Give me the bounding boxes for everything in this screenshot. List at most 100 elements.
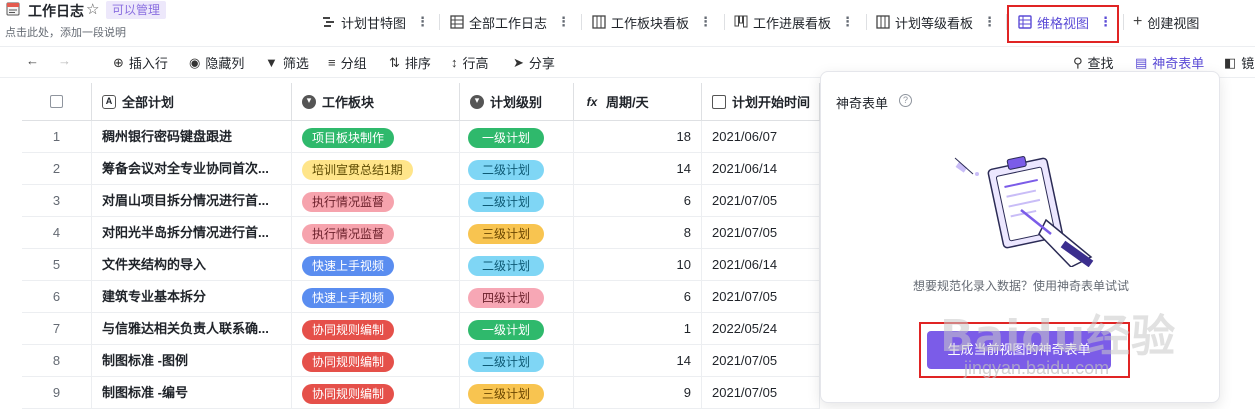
days-cell[interactable]: 8	[574, 217, 702, 249]
more-icon[interactable]: ⋮	[557, 14, 570, 30]
start-date-cell[interactable]: 2021/07/05	[702, 377, 820, 409]
days-cell[interactable]: 9	[574, 377, 702, 409]
table-row[interactable]: 8 制图标准 -图例 协同规则编制 二级计划 14 2021/07/05	[22, 345, 820, 377]
level-cell[interactable]: 三级计划	[460, 217, 574, 249]
tab-progress-kanban[interactable]: 工作进展看板 ⋮	[734, 10, 854, 34]
days-cell[interactable]: 10	[574, 249, 702, 281]
block-cell[interactable]: 协同规则编制	[292, 313, 460, 345]
tab-label: 全部工作日志	[469, 15, 548, 31]
block-cell[interactable]: 培训宣贯总结1期	[292, 153, 460, 185]
level-cell[interactable]: 二级计划	[460, 249, 574, 281]
tab-level-kanban[interactable]: 计划等级看板 ⋮	[876, 10, 996, 34]
start-date-cell[interactable]: 2021/06/14	[702, 153, 820, 185]
table-row[interactable]: 4 对阳光半岛拆分情况进行首... 执行情况监督 三级计划 8 2021/07/05	[22, 217, 820, 249]
undo-icon: ←	[26, 53, 39, 68]
block-cell[interactable]: 执行情况监督	[292, 185, 460, 217]
panel-title: 神奇表单	[836, 96, 889, 111]
block-cell[interactable]: 项目板块制作	[292, 121, 460, 153]
column-header[interactable]: fx 周期/天	[574, 83, 702, 121]
level-tag: 二级计划	[468, 351, 545, 372]
tab-block-kanban[interactable]: 工作板块看板 ⋮	[592, 10, 712, 34]
plan-cell[interactable]: 建筑专业基本拆分	[92, 281, 292, 313]
help-icon[interactable]: ?	[899, 94, 912, 107]
block-tag: 培训宣贯总结1期	[302, 159, 413, 180]
row-number: 7	[22, 313, 92, 345]
plan-cell[interactable]: 对眉山项目拆分情况进行首...	[92, 185, 292, 217]
clipboard-illustration-icon	[951, 152, 1096, 268]
sheet-title[interactable]: 工作日志	[28, 1, 84, 21]
table-row[interactable]: 3 对眉山项目拆分情况进行首... 执行情况监督 二级计划 6 2021/07/05	[22, 185, 820, 217]
filter-button[interactable]: ▼ 筛选	[265, 53, 309, 72]
block-cell[interactable]: 协同规则编制	[292, 377, 460, 409]
tab-gantt[interactable]: 计划甘特图 ⋮	[322, 10, 429, 34]
level-cell[interactable]: 二级计划	[460, 153, 574, 185]
block-cell[interactable]: 快速上手视频	[292, 281, 460, 313]
more-icon[interactable]: ⋮	[983, 14, 996, 30]
kanban-icon	[734, 15, 748, 29]
plan-cell[interactable]: 与信雅达相关负责人联系确...	[92, 313, 292, 345]
tab-all-logs[interactable]: 全部工作日志 ⋮	[450, 10, 570, 34]
star-icon[interactable]: ☆	[86, 0, 99, 18]
select-all-checkbox[interactable]	[50, 95, 63, 108]
table-row[interactable]: 9 制图标准 -编号 协同规则编制 三级计划 9 2021/07/05	[22, 377, 820, 409]
table-row[interactable]: 7 与信雅达相关负责人联系确... 协同规则编制 一级计划 1 2022/05/24	[22, 313, 820, 345]
start-date-cell[interactable]: 2021/06/07	[702, 121, 820, 153]
plan-cell[interactable]: 文件夹结构的导入	[92, 249, 292, 281]
undo-button[interactable]: ←	[26, 53, 44, 68]
highlight-box	[1007, 5, 1119, 43]
days-cell[interactable]: 14	[574, 153, 702, 185]
column-header[interactable]: ▾ 计划级别	[460, 83, 574, 121]
column-header[interactable]: 计划开始时间	[702, 83, 820, 121]
watermark-url: jingyan.baidu.com	[964, 358, 1110, 378]
row-height-button[interactable]: ↕ 行高	[451, 53, 489, 72]
description-field[interactable]: 点击此处，添加一段说明	[5, 24, 126, 40]
hide-columns-button[interactable]: ◉ 隐藏列	[189, 53, 244, 72]
plan-cell[interactable]: 对阳光半岛拆分情况进行首...	[92, 217, 292, 249]
level-cell[interactable]: 二级计划	[460, 345, 574, 377]
days-cell[interactable]: 14	[574, 345, 702, 377]
level-cell[interactable]: 三级计划	[460, 377, 574, 409]
level-cell[interactable]: 一级计划	[460, 313, 574, 345]
level-cell[interactable]: 二级计划	[460, 185, 574, 217]
table-row[interactable]: 6 建筑专业基本拆分 快速上手视频 四级计划 6 2021/07/05	[22, 281, 820, 313]
plan-cell[interactable]: 制图标准 -图例	[92, 345, 292, 377]
start-date-cell[interactable]: 2022/05/24	[702, 313, 820, 345]
start-date-cell[interactable]: 2021/07/05	[702, 345, 820, 377]
plan-cell[interactable]: 制图标准 -编号	[92, 377, 292, 409]
mirror-button[interactable]: ◧ 镜	[1224, 53, 1254, 72]
search-button[interactable]: ⚲ 查找	[1073, 53, 1114, 72]
block-cell[interactable]: 协同规则编制	[292, 345, 460, 377]
start-date-cell[interactable]: 2021/07/05	[702, 217, 820, 249]
days-cell[interactable]: 6	[574, 185, 702, 217]
days-cell[interactable]: 6	[574, 281, 702, 313]
create-view-button[interactable]: + 创建视图	[1133, 10, 1199, 34]
column-header[interactable]: ▾ 工作板块	[292, 83, 460, 121]
table-row[interactable]: 1 稠州银行密码键盘跟进 项目板块制作 一级计划 18 2021/06/07	[22, 121, 820, 153]
days-cell[interactable]: 1	[574, 313, 702, 345]
table-row[interactable]: 5 文件夹结构的导入 快速上手视频 二级计划 10 2021/06/14	[22, 249, 820, 281]
table-row[interactable]: 2 筹备会议对全专业协同首次... 培训宣贯总结1期 二级计划 14 2021/06/14	[22, 153, 820, 185]
block-cell[interactable]: 快速上手视频	[292, 249, 460, 281]
start-date-cell[interactable]: 2021/06/14	[702, 249, 820, 281]
level-cell[interactable]: 四级计划	[460, 281, 574, 313]
more-icon[interactable]: ⋮	[841, 14, 854, 30]
magic-form-button[interactable]: ▤ 神奇表单	[1135, 53, 1204, 72]
more-icon[interactable]: ⋮	[699, 14, 712, 30]
insert-row-button[interactable]: ⊕ 插入行	[113, 53, 168, 72]
column-header[interactable]: A 全部计划	[92, 83, 292, 121]
search-label: 查找	[1087, 56, 1114, 71]
more-icon[interactable]: ⋮	[416, 14, 429, 30]
block-cell[interactable]: 执行情况监督	[292, 217, 460, 249]
redo-button[interactable]: →	[58, 53, 76, 68]
start-date-cell[interactable]: 2021/07/05	[702, 281, 820, 313]
plan-cell[interactable]: 筹备会议对全专业协同首次...	[92, 153, 292, 185]
level-tag: 一级计划	[468, 127, 545, 148]
share-button[interactable]: ➤ 分享	[513, 53, 555, 72]
sort-button[interactable]: ⇅ 排序	[389, 53, 431, 72]
start-date-cell[interactable]: 2021/07/05	[702, 185, 820, 217]
group-button[interactable]: ≡ 分组	[328, 53, 367, 72]
days-cell[interactable]: 18	[574, 121, 702, 153]
filter-label: 筛选	[282, 56, 309, 71]
plan-cell[interactable]: 稠州银行密码键盘跟进	[92, 121, 292, 153]
level-cell[interactable]: 一级计划	[460, 121, 574, 153]
